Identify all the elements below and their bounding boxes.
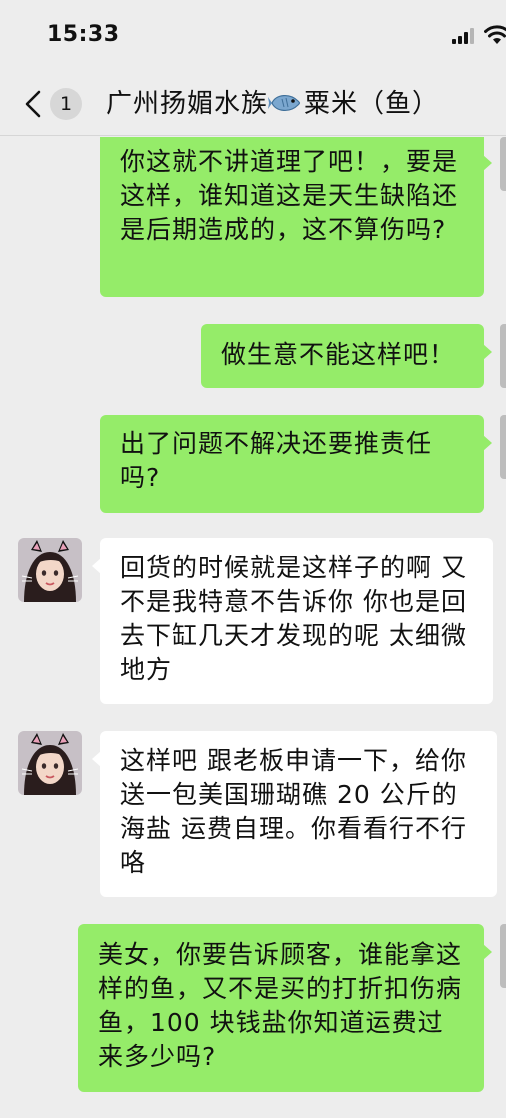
status-time: 15:33 [47, 22, 120, 47]
message-bubble-incoming[interactable]: 这样吧 跟老板申请一下，给你送一包美国珊瑚礁 20 公斤的海盐 运费自理。你看看… [92, 731, 497, 897]
self-avatar[interactable] [500, 415, 506, 479]
contact-avatar[interactable] [18, 731, 82, 795]
bubble-tail [483, 435, 492, 451]
message-bubble-outgoing[interactable]: 出了问题不解决还要推责任吗? [100, 415, 492, 513]
self-avatar[interactable] [500, 324, 506, 388]
message-text: 美女，你要告诉顾客，谁能拿这样的鱼，又不是买的打折扣伤病鱼，100 块钱盐你知道… [98, 940, 463, 1071]
bubble-tail [92, 558, 101, 574]
chevron-left-icon [25, 90, 41, 118]
self-avatar[interactable] [500, 137, 506, 191]
message-text: 做生意不能这样吧！ [221, 340, 456, 369]
wifi-icon [484, 25, 506, 44]
self-avatar[interactable] [500, 924, 506, 988]
chat-title: 广州扬媚水族 粟米（鱼） [106, 86, 439, 122]
message-text: 你这就不讲道理了吧！，要是这样，谁知道这是天生缺陷还是后期造成的，这不算伤吗? [120, 147, 459, 244]
back-button[interactable]: 1 [18, 86, 88, 122]
fish-icon [268, 95, 301, 111]
bubble-tail [483, 344, 492, 360]
bubble-tail [483, 155, 492, 171]
contact-avatar-image [18, 731, 82, 795]
message-bubble-outgoing[interactable]: 你这就不讲道理了吧！，要是这样，谁知道这是天生缺陷还是后期造成的，这不算伤吗? [100, 137, 492, 297]
chat-title-text: 广州扬媚水族 [106, 89, 269, 119]
unread-count-badge: 1 [50, 88, 82, 120]
contact-avatar[interactable] [18, 538, 82, 602]
message-list[interactable]: 你这就不讲道理了吧！，要是这样，谁知道这是天生缺陷还是后期造成的，这不算伤吗? … [0, 137, 506, 1118]
chat-title-suffix: 粟米（鱼） [304, 89, 440, 119]
bubble-tail [483, 944, 492, 960]
chat-header: 1 广州扬媚水族 粟米（鱼） [0, 72, 506, 136]
signal-icon [452, 28, 474, 44]
message-bubble-incoming[interactable]: 回货的时候就是这样子的啊 又不是我特意不告诉你 你也是回去下缸几天才发现的呢 太… [92, 538, 493, 704]
contact-avatar-image [18, 538, 82, 602]
message-text: 出了问题不解决还要推责任吗? [120, 429, 433, 492]
status-bar: 15:33 [0, 0, 506, 72]
message-bubble-outgoing[interactable]: 美女，你要告诉顾客，谁能拿这样的鱼，又不是买的打折扣伤病鱼，100 块钱盐你知道… [78, 924, 492, 1092]
message-bubble-outgoing[interactable]: 做生意不能这样吧！ [201, 324, 492, 388]
message-text: 这样吧 跟老板申请一下，给你送一包美国珊瑚礁 20 公斤的海盐 运费自理。你看看… [120, 746, 467, 877]
bubble-tail [92, 751, 101, 767]
message-text: 回货的时候就是这样子的啊 又不是我特意不告诉你 你也是回去下缸几天才发现的呢 太… [120, 553, 467, 684]
